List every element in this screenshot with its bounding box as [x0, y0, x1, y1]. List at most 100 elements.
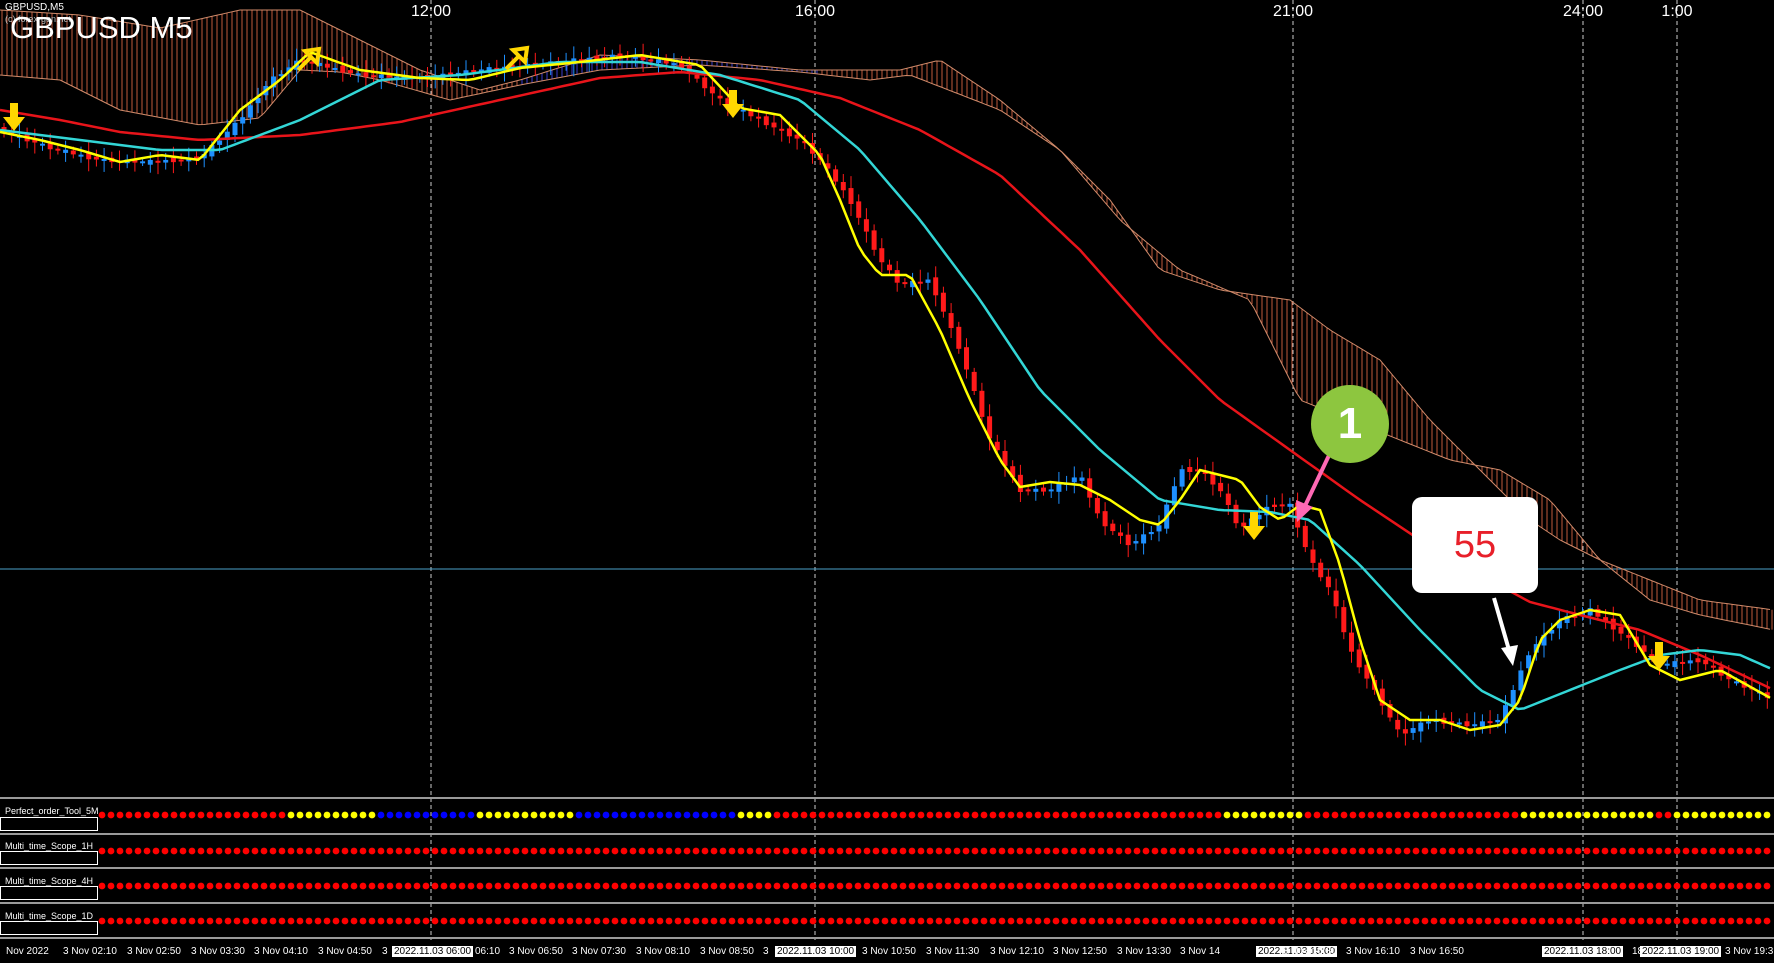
- indicator-dot: [1655, 847, 1663, 855]
- indicator-dot: [404, 882, 412, 890]
- indicator-dot: [710, 882, 718, 890]
- indicator-dot: [1304, 917, 1312, 925]
- indicator-dot: [341, 847, 349, 855]
- candle-body: [1318, 562, 1324, 578]
- indicator-dot: [584, 811, 592, 819]
- indicator-dot: [1493, 847, 1501, 855]
- indicator-dot: [458, 811, 466, 819]
- indicator-dot: [1592, 882, 1600, 890]
- indicator-dot: [296, 882, 304, 890]
- indicator-dot: [1529, 847, 1537, 855]
- time-label-bottom: 3 Nov 10:50: [862, 946, 916, 957]
- indicator-dot: [350, 847, 358, 855]
- indicator-dot: [1214, 811, 1222, 819]
- indicator-dot: [1691, 811, 1699, 819]
- indicator-dot: [854, 882, 862, 890]
- indicator-dot: [701, 811, 709, 819]
- indicator-dot: [1232, 811, 1240, 819]
- indicator-dot: [881, 811, 889, 819]
- indicator-dot: [854, 811, 862, 819]
- indicator-dot: [1502, 917, 1510, 925]
- candle-body: [1672, 661, 1678, 668]
- indicator-dot: [440, 882, 448, 890]
- indicator-dot: [620, 917, 628, 925]
- time-label-bottom: 3 Nov 14: [1180, 946, 1221, 957]
- time-label-top: 1:00: [1661, 3, 1693, 20]
- indicator-box-scope-1h[interactable]: [0, 851, 98, 865]
- indicator-dot: [1241, 882, 1249, 890]
- indicator-dot: [305, 811, 313, 819]
- indicator-dot: [656, 847, 664, 855]
- indicator-dot: [1448, 882, 1456, 890]
- indicator-dot: [278, 917, 286, 925]
- indicator-dot: [233, 917, 241, 925]
- indicator-dot: [269, 917, 277, 925]
- indicator-dot: [611, 847, 619, 855]
- candle-body: [863, 219, 869, 232]
- time-label-bottom: 3 Nov 08:50: [700, 946, 754, 957]
- indicator-dot: [1043, 811, 1051, 819]
- indicator-dot: [899, 847, 907, 855]
- indicator-dot: [989, 811, 997, 819]
- indicator-dot: [1061, 917, 1069, 925]
- indicator-dot: [944, 811, 952, 819]
- time-label-top: 16:00: [794, 3, 836, 20]
- indicator-dot: [431, 882, 439, 890]
- candle-body: [786, 128, 792, 137]
- indicator-dot: [1745, 811, 1753, 819]
- indicator-dot: [530, 847, 538, 855]
- indicator-dot: [1403, 917, 1411, 925]
- indicator-dot: [1592, 917, 1600, 925]
- indicator-box-scope-4h[interactable]: [0, 886, 98, 900]
- indicator-dot: [1142, 847, 1150, 855]
- indicator-dot: [1754, 882, 1762, 890]
- indicator-dot: [1628, 811, 1636, 819]
- indicator-dot: [593, 811, 601, 819]
- indicator-dot: [1007, 882, 1015, 890]
- indicator-dot: [368, 882, 376, 890]
- indicator-dot: [521, 917, 529, 925]
- indicator-dot: [629, 847, 637, 855]
- indicator-dot: [1646, 917, 1654, 925]
- indicator-dot: [1133, 882, 1141, 890]
- candle-body: [178, 159, 184, 162]
- indicator-dot: [1331, 847, 1339, 855]
- candle-body: [1687, 660, 1693, 664]
- candle-body: [324, 63, 330, 68]
- indicator-dot: [521, 811, 529, 819]
- annotation-badge-1: 1: [1311, 385, 1389, 463]
- indicator-dot: [485, 811, 493, 819]
- price-chart[interactable]: [0, 0, 1774, 963]
- indicator-dot: [1583, 882, 1591, 890]
- candle-body: [93, 156, 99, 160]
- indicator-dot: [215, 917, 223, 925]
- candle-body: [1680, 661, 1686, 664]
- indicator-dot: [215, 847, 223, 855]
- time-label-bottom: 3 Nov 16:10: [1346, 946, 1400, 957]
- indicator-dot: [575, 847, 583, 855]
- indicator-dot: [1385, 882, 1393, 890]
- annotation-callout-55: 55: [1412, 497, 1538, 593]
- indicator-dot: [1097, 847, 1105, 855]
- indicator-dot: [1511, 811, 1519, 819]
- indicator-dot: [1187, 917, 1195, 925]
- indicator-dot: [1313, 882, 1321, 890]
- indicator-dot: [116, 917, 124, 925]
- indicator-dot: [1304, 811, 1312, 819]
- candle-body: [1279, 504, 1285, 507]
- indicator-dot: [1016, 882, 1024, 890]
- indicator-dot: [1160, 847, 1168, 855]
- indicator-box-perfect-order[interactable]: [0, 817, 98, 831]
- candle-body: [78, 154, 84, 157]
- indicator-dot: [575, 811, 583, 819]
- indicator-dot: [971, 917, 979, 925]
- indicator-dot: [287, 882, 295, 890]
- indicator-dot: [440, 811, 448, 819]
- indicator-dot: [917, 811, 925, 819]
- candle-body: [348, 70, 353, 74]
- indicator-box-scope-1d[interactable]: [0, 921, 98, 935]
- indicator-dot: [989, 847, 997, 855]
- indicator-dot: [1025, 811, 1033, 819]
- indicator-dot: [1709, 917, 1717, 925]
- indicator-dot: [1439, 882, 1447, 890]
